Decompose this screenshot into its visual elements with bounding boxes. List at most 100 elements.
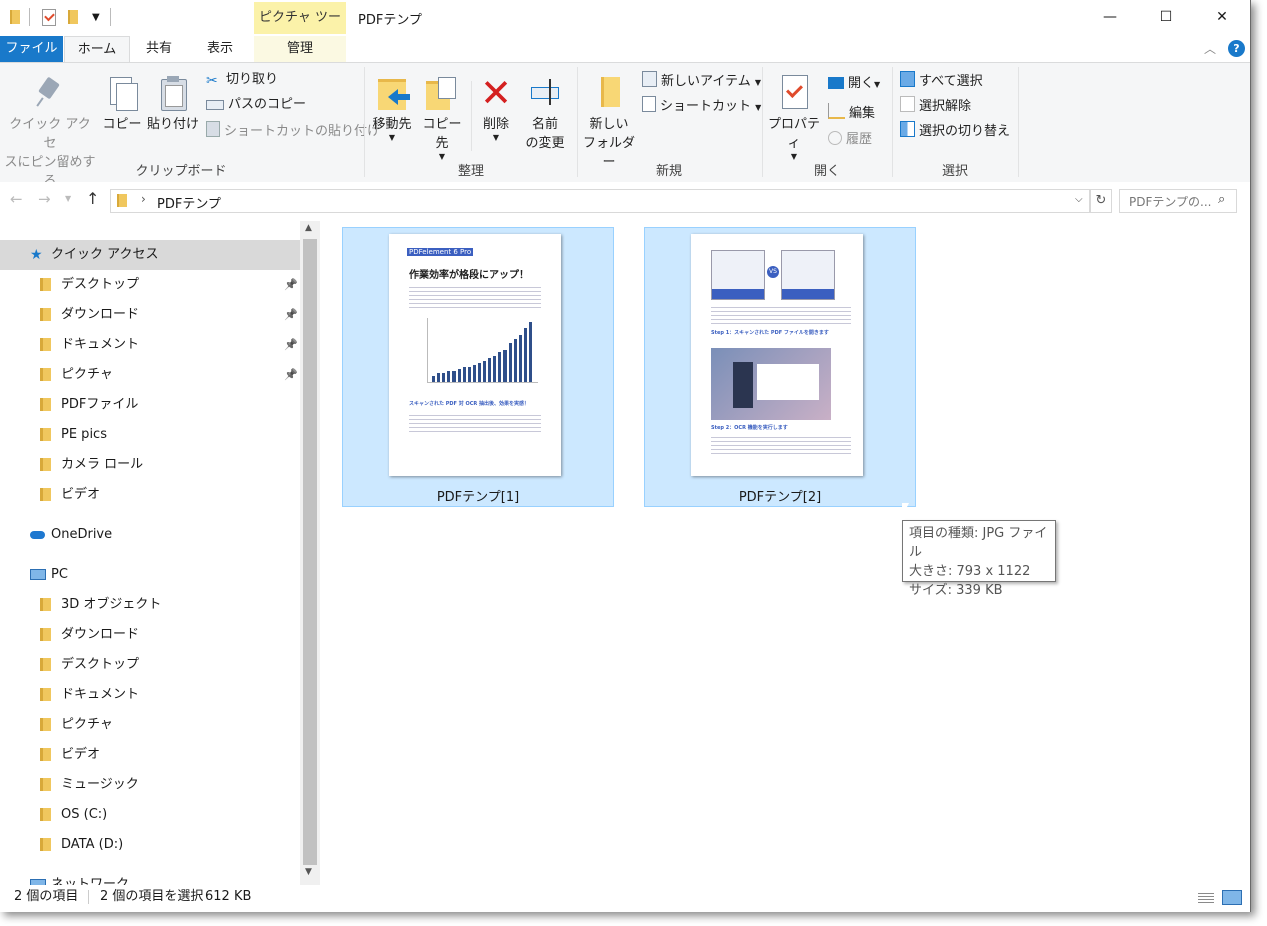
folder-icon (40, 308, 51, 321)
nav-scrollbar[interactable]: ▲ ▼ (300, 221, 320, 885)
thumb-text (409, 284, 541, 310)
search-box[interactable]: PDFテンプの... ⌕ (1119, 189, 1237, 213)
properties-button[interactable]: プロパティ ▼ (764, 75, 824, 161)
cut-button[interactable]: ✂ 切り取り (206, 71, 278, 89)
quick-access-item[interactable]: ダウンロード 📌 (0, 300, 300, 330)
pc-item[interactable]: ピクチャ (0, 710, 300, 740)
forward-icon[interactable]: → (38, 190, 51, 208)
quick-access-item[interactable]: PDFファイル (0, 390, 300, 420)
copy-to-button[interactable]: コピー先 ▼ (418, 75, 466, 161)
search-icon[interactable]: ⌕ (1218, 192, 1225, 207)
move-to-label: 移動先 (372, 117, 412, 132)
scrollbar-thumb[interactable] (303, 239, 317, 865)
thumb-bar (432, 375, 436, 382)
quick-access-item[interactable]: ピクチャ 📌 (0, 360, 300, 390)
nav-label: ミュージック (61, 777, 139, 792)
scroll-down-icon[interactable]: ▼ (305, 867, 312, 877)
up-icon[interactable]: ↑ (86, 189, 99, 208)
pc-item[interactable]: ミュージック (0, 770, 300, 800)
breadcrumb-chevron-icon: › (141, 192, 146, 206)
scroll-up-icon[interactable]: ▲ (305, 223, 312, 233)
pc-item[interactable]: 3D オブジェクト (0, 590, 300, 620)
paste-button[interactable]: 貼り付け (146, 75, 200, 134)
nav-pc[interactable]: PC (0, 560, 300, 590)
search-input[interactable]: PDFテンプの... (1129, 193, 1211, 210)
new-folder-button[interactable]: 新しい フォルダー (580, 75, 638, 172)
history-button[interactable]: 履歴 (828, 131, 872, 149)
invert-selection-button[interactable]: 選択の切り替え (900, 121, 1010, 141)
paste-label: 貼り付け (146, 117, 199, 132)
tab-home[interactable]: ホーム (64, 36, 130, 63)
large-icons-view-icon[interactable] (1222, 890, 1242, 905)
new-item-label: 新しいアイテム (661, 74, 751, 89)
pc-item[interactable]: デスクトップ (0, 650, 300, 680)
tab-share[interactable]: 共有 (134, 36, 184, 62)
nav-label: OneDrive (51, 527, 113, 542)
help-icon[interactable]: ? (1228, 40, 1245, 57)
maximize-button[interactable]: ☐ (1138, 0, 1194, 34)
tab-file[interactable]: ファイル (0, 36, 63, 62)
quick-access-item[interactable]: ドキュメント 📌 (0, 330, 300, 360)
nav-onedrive[interactable]: OneDrive (0, 520, 300, 550)
nav-network[interactable]: ネットワーク (0, 870, 300, 885)
chevron-down-icon[interactable]: ▼ (92, 12, 100, 23)
thumb-bar (508, 343, 512, 382)
address-dropdown-icon[interactable]: ⌵ (1075, 194, 1083, 205)
pin-icon[interactable]: 📌 (284, 270, 298, 300)
tab-manage[interactable]: 管理 (254, 36, 346, 62)
open-button[interactable]: 開く▼ (828, 75, 880, 94)
nav-label: ピクチャ (61, 717, 113, 732)
window-title: PDFテンプ (358, 13, 422, 28)
new-folder-icon[interactable] (68, 10, 78, 24)
shortcut-label: ショートカット (660, 99, 752, 114)
breadcrumb[interactable]: PDFテンプ (157, 193, 221, 212)
rename-button[interactable]: 名前 の変更 (520, 75, 570, 153)
open-icon (828, 77, 844, 89)
paste-shortcut-button[interactable]: ショートカットの貼り付け (206, 121, 380, 141)
close-button[interactable]: ✕ (1194, 0, 1250, 34)
select-none-button[interactable]: 選択解除 (900, 96, 971, 116)
delete-label: 削除 (482, 117, 509, 132)
properties-icon[interactable] (42, 9, 56, 26)
move-to-button[interactable]: 移動先 ▼ (368, 75, 416, 142)
file-tile[interactable]: VS Step 1：スキャンされた PDF ファイルを開きます Step 2：O… (644, 227, 916, 507)
details-view-icon[interactable] (1198, 891, 1214, 903)
select-none-icon (900, 96, 915, 112)
address-bar[interactable]: › PDFテンプ ⌵ (110, 189, 1090, 213)
collapse-ribbon-icon[interactable]: ︿ (1204, 40, 1216, 57)
edit-button[interactable]: 編集 (828, 103, 875, 123)
tab-view[interactable]: 表示 (194, 36, 246, 62)
properties-icon (776, 75, 812, 111)
properties-label: プロパティ (767, 117, 820, 151)
pin-icon[interactable]: 📌 (284, 330, 298, 360)
quick-access-item[interactable]: デスクトップ 📌 (0, 270, 300, 300)
pc-item[interactable]: DATA (D:) (0, 830, 300, 860)
refresh-icon[interactable]: ↻ (1090, 189, 1112, 213)
paste-shortcut-label: ショートカットの貼り付け (224, 124, 381, 139)
select-all-button[interactable]: すべて選択 (900, 71, 983, 91)
nav-label: ドキュメント (61, 337, 140, 352)
pc-item[interactable]: OS (C:) (0, 800, 300, 830)
pin-icon[interactable]: 📌 (284, 300, 298, 330)
copy-button[interactable]: コピー (100, 75, 144, 134)
delete-button[interactable]: ✕ 削除 ▼ (476, 74, 516, 142)
back-icon[interactable]: ← (10, 190, 23, 208)
easy-access-button[interactable]: ショートカット ▼ (642, 96, 761, 117)
recent-locations-icon[interactable]: ▼ (65, 194, 71, 203)
pc-item[interactable]: ドキュメント (0, 680, 300, 710)
pc-item[interactable]: ビデオ (0, 740, 300, 770)
divider (471, 81, 472, 151)
copy-path-button[interactable]: パスのコピー (206, 96, 306, 114)
quick-access-item[interactable]: カメラ ロール (0, 450, 300, 480)
pc-item[interactable]: ダウンロード (0, 620, 300, 650)
nav-label: ドキュメント (61, 687, 140, 702)
minimize-button[interactable]: — (1082, 0, 1138, 34)
pin-icon[interactable]: 📌 (284, 360, 298, 390)
quick-access-item[interactable]: ビデオ (0, 480, 300, 510)
quick-access-item[interactable]: PE pics (0, 420, 300, 450)
new-item-button[interactable]: 新しいアイテム ▼ (642, 71, 761, 92)
nav-quick-access[interactable]: ★ クイック アクセス (0, 240, 300, 270)
move-to-icon (374, 75, 410, 111)
ribbon-tabs: ファイル ホーム 共有 表示 管理 ︿ ? (0, 36, 1250, 63)
file-tile[interactable]: PDFelement 6 Pro 作業効率が格段にアップ！ スキャンされた PD… (342, 227, 614, 507)
